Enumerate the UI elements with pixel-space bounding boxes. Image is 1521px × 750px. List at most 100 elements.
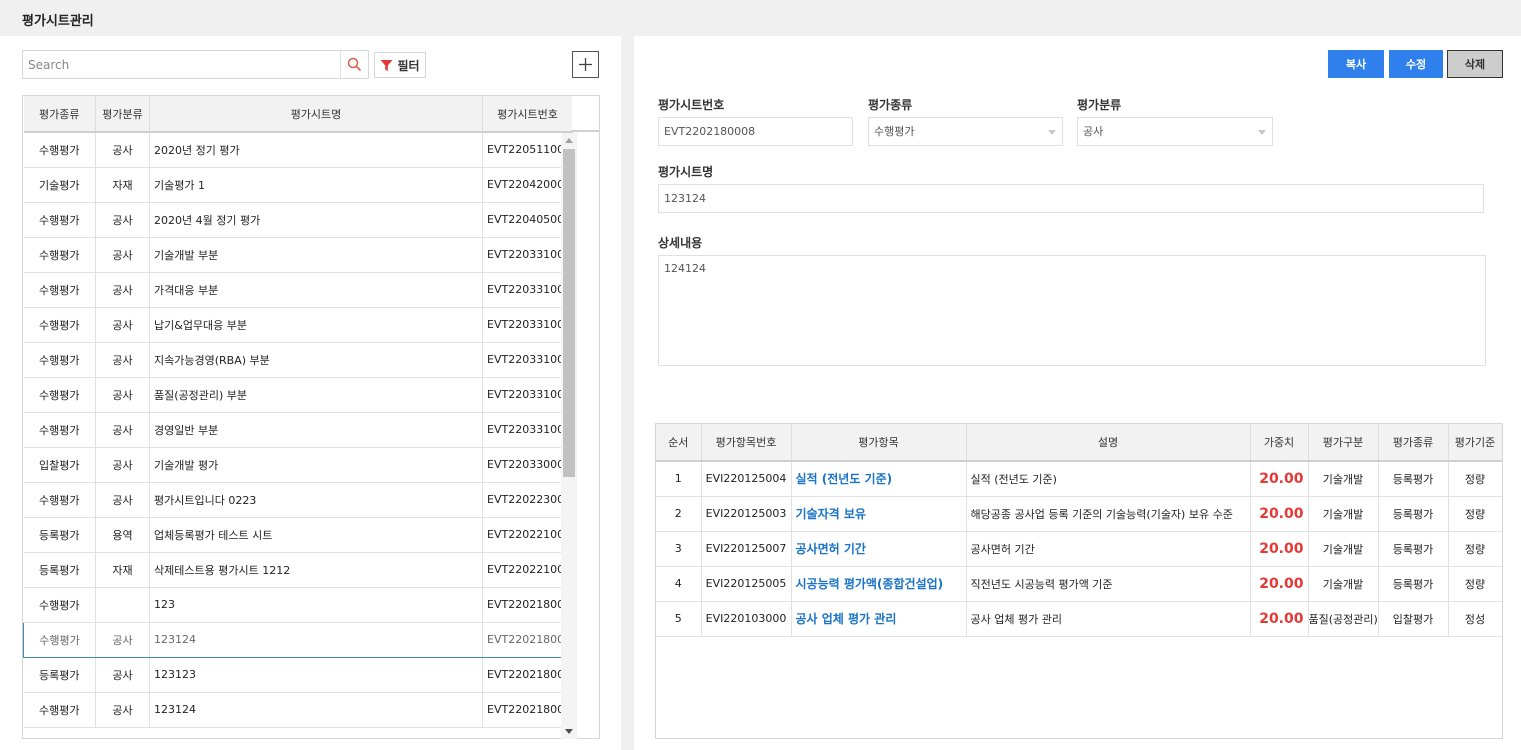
table-row[interactable]: 2 EVI220125003 기술자격 보유 해당공종 공사업 등록 기준의 기술능력… (656, 496, 1502, 532)
table-row[interactable]: 수행평가 공사 가격대응 부분 EVT2203310007 (23, 272, 573, 308)
vertical-scrollbar[interactable] (561, 133, 577, 739)
cell-eval-type: 등록평가 (1378, 461, 1449, 497)
eval-category-select[interactable]: 공사 (1077, 117, 1273, 146)
filter-button[interactable]: 필터 (374, 52, 426, 78)
cell-eval-category: 공사 (95, 447, 150, 483)
cell-eval-type: 수행평가 (23, 342, 96, 378)
cell-eval-type: 등록평가 (23, 657, 96, 693)
table-row[interactable]: 3 EVI220125007 공사면허 기간 공사면허 기간 20.00 기술개발 등록평가… (656, 531, 1502, 567)
cell-eval-category: 공사 (95, 377, 150, 413)
col-header-weight[interactable]: 가중치 (1250, 424, 1309, 462)
table-row[interactable]: 등록평가 공사 123123 EVT2202180006 (23, 657, 573, 693)
cell-eval-category: 자재 (95, 552, 150, 588)
cell-eval-type: 수행평가 (23, 377, 96, 413)
table-row[interactable]: 수행평가 공사 납기&업무대응 부분 EVT2203310006 (23, 307, 573, 343)
search-input[interactable] (23, 51, 341, 78)
cell-eval-type: 등록평가 (1378, 496, 1449, 532)
col-header-sheet-name[interactable]: 평가시트명 (149, 96, 483, 133)
search-box (22, 50, 369, 79)
grid-header-row: 평가종류 평가분류 평가시트명 평가시트번호 (23, 96, 573, 133)
table-row[interactable]: 수행평가 공사 2020년 4월 정기 평가 EVT2204050001 (23, 202, 573, 238)
cell-eval-category: 공사 (95, 621, 150, 658)
delete-button[interactable]: 삭제 (1447, 50, 1503, 78)
add-button[interactable] (572, 51, 599, 78)
cell-sheet-name: 123124 (149, 621, 483, 658)
cell-weight: 20.00 (1250, 566, 1309, 602)
cell-eval-type: 수행평가 (23, 587, 96, 623)
cell-sheet-no: EVT2204200001 (482, 167, 573, 203)
cell-item-link[interactable]: 기술자격 보유 (791, 496, 967, 532)
col-header-description[interactable]: 설명 (966, 424, 1251, 462)
cell-eval-category: 공사 (95, 202, 150, 238)
sheet-no-field[interactable]: EVT2202180008 (658, 117, 853, 146)
col-header-eval-type[interactable]: 평가종류 (1378, 424, 1449, 462)
table-row[interactable]: 수행평가 공사 평가시트입니다 0223 EVT2202230001 (23, 482, 573, 518)
col-header-sheet-no[interactable]: 평가시트번호 (482, 96, 573, 133)
cell-eval-type: 등록평가 (1378, 531, 1449, 567)
cell-eval-type: 입찰평가 (23, 447, 96, 483)
search-icon (347, 57, 362, 72)
edit-button[interactable]: 수정 (1389, 50, 1443, 78)
cell-sheet-no: EVT2202180008 (482, 621, 573, 658)
table-row[interactable]: 5 EVI220103000 공사 업체 평가 관리 공사 업체 평가 관리 20.00… (656, 601, 1502, 637)
cell-item-link[interactable]: 시공능력 평가액(종합건설업) (791, 566, 967, 602)
col-header-division[interactable]: 평가구분 (1308, 424, 1379, 462)
table-row[interactable]: 1 EVI220125004 실적 (전년도 기준) 실적 (전년도 기준) 20.00… (656, 461, 1502, 497)
cell-seq: 4 (656, 566, 702, 602)
col-header-item-no[interactable]: 평가항목번호 (701, 424, 792, 462)
top-bar: 평가시트관리 (0, 0, 1521, 36)
cell-sheet-name: 123 (149, 587, 483, 623)
cell-eval-type: 등록평가 (23, 517, 96, 553)
cell-eval-type: 등록평가 (23, 552, 96, 588)
table-row[interactable]: 4 EVI220125005 시공능력 평가액(종합건설업) 직전년도 시공능력 평가… (656, 566, 1502, 602)
cell-item-link[interactable]: 실적 (전년도 기준) (791, 461, 967, 497)
cell-sheet-no: EVT2202230001 (482, 482, 573, 518)
table-row[interactable]: 수행평가 123 EVT2202180009 (23, 587, 573, 623)
cell-item-no: EVI220125004 (701, 461, 792, 497)
cell-eval-category: 공사 (95, 342, 150, 378)
table-row[interactable]: 수행평가 공사 품질(공정관리) 부분 EVT2203310004 (23, 377, 573, 413)
table-row[interactable]: 수행평가 공사 지속가능경영(RBA) 부분 EVT2203310005 (23, 342, 573, 378)
table-row[interactable]: 기술평가 자재 기술평가 1 EVT2204200001 (23, 167, 573, 203)
copy-button[interactable]: 복사 (1328, 50, 1384, 78)
table-row[interactable]: 수행평가 공사 기술개발 부분 EVT2203310008 (23, 237, 573, 273)
cell-sheet-name: 지속가능경영(RBA) 부분 (149, 342, 483, 378)
table-row[interactable]: 등록평가 자재 삭제테스트용 평가시트 1212 EVT2202210001 (23, 552, 573, 588)
cell-eval-category: 공사 (95, 272, 150, 308)
table-row[interactable]: 등록평가 용역 업체등록평가 테스트 시트 EVT2202210002 (23, 517, 573, 553)
cell-sheet-name: 평가시트입니다 0223 (149, 482, 483, 518)
cell-sheet-no: EVT2202180005 (482, 692, 573, 728)
eval-type-select[interactable]: 수행평가 (868, 117, 1063, 146)
cell-sheet-no: EVT2203310008 (482, 237, 573, 273)
search-button[interactable] (340, 51, 368, 78)
cell-item-link[interactable]: 공사 업체 평가 관리 (791, 601, 967, 637)
col-header-item[interactable]: 평가항목 (791, 424, 967, 462)
table-row[interactable]: 수행평가 공사 2020년 정기 평가 EVT2205110001 (23, 132, 573, 168)
chevron-down-icon (1258, 130, 1266, 135)
cell-description: 직전년도 시공능력 평가액 기준 (966, 566, 1251, 602)
table-row[interactable]: 수행평가 공사 경영일반 부분 EVT2203310001 (23, 412, 573, 448)
cell-eval-category: 공사 (95, 307, 150, 343)
table-row[interactable]: 입찰평가 공사 기술개발 평가 EVT2203300001 (23, 447, 573, 483)
table-row[interactable]: 수행평가 공사 123124 EVT2202180005 (23, 692, 573, 728)
detail-textarea[interactable]: 124124 (658, 255, 1486, 366)
cell-sheet-name: 경영일반 부분 (149, 412, 483, 448)
cell-division: 기술개발 (1308, 496, 1379, 532)
cell-description: 실적 (전년도 기준) (966, 461, 1251, 497)
scroll-down-icon[interactable] (565, 729, 573, 734)
col-header-eval-category[interactable]: 평가분류 (95, 96, 150, 133)
table-row[interactable]: 수행평가 공사 123124 EVT2202180008 (23, 621, 573, 658)
eval-category-label: 평가분류 (1077, 98, 1122, 112)
scroll-thumb[interactable] (563, 149, 575, 477)
cell-division: 기술개발 (1308, 461, 1379, 497)
cell-basis: 정량 (1448, 496, 1502, 532)
cell-item-link[interactable]: 공사면허 기간 (791, 531, 967, 567)
sheet-name-field[interactable]: 123124 (658, 184, 1484, 213)
col-header-seq[interactable]: 순서 (656, 424, 702, 462)
col-header-eval-type[interactable]: 평가종류 (23, 96, 96, 133)
panel-divider (621, 36, 634, 750)
scroll-up-icon[interactable] (565, 138, 573, 143)
cell-eval-type: 수행평가 (23, 237, 96, 273)
cell-sheet-no: EVT2205110001 (482, 132, 573, 168)
col-header-basis[interactable]: 평가기준 (1448, 424, 1502, 462)
